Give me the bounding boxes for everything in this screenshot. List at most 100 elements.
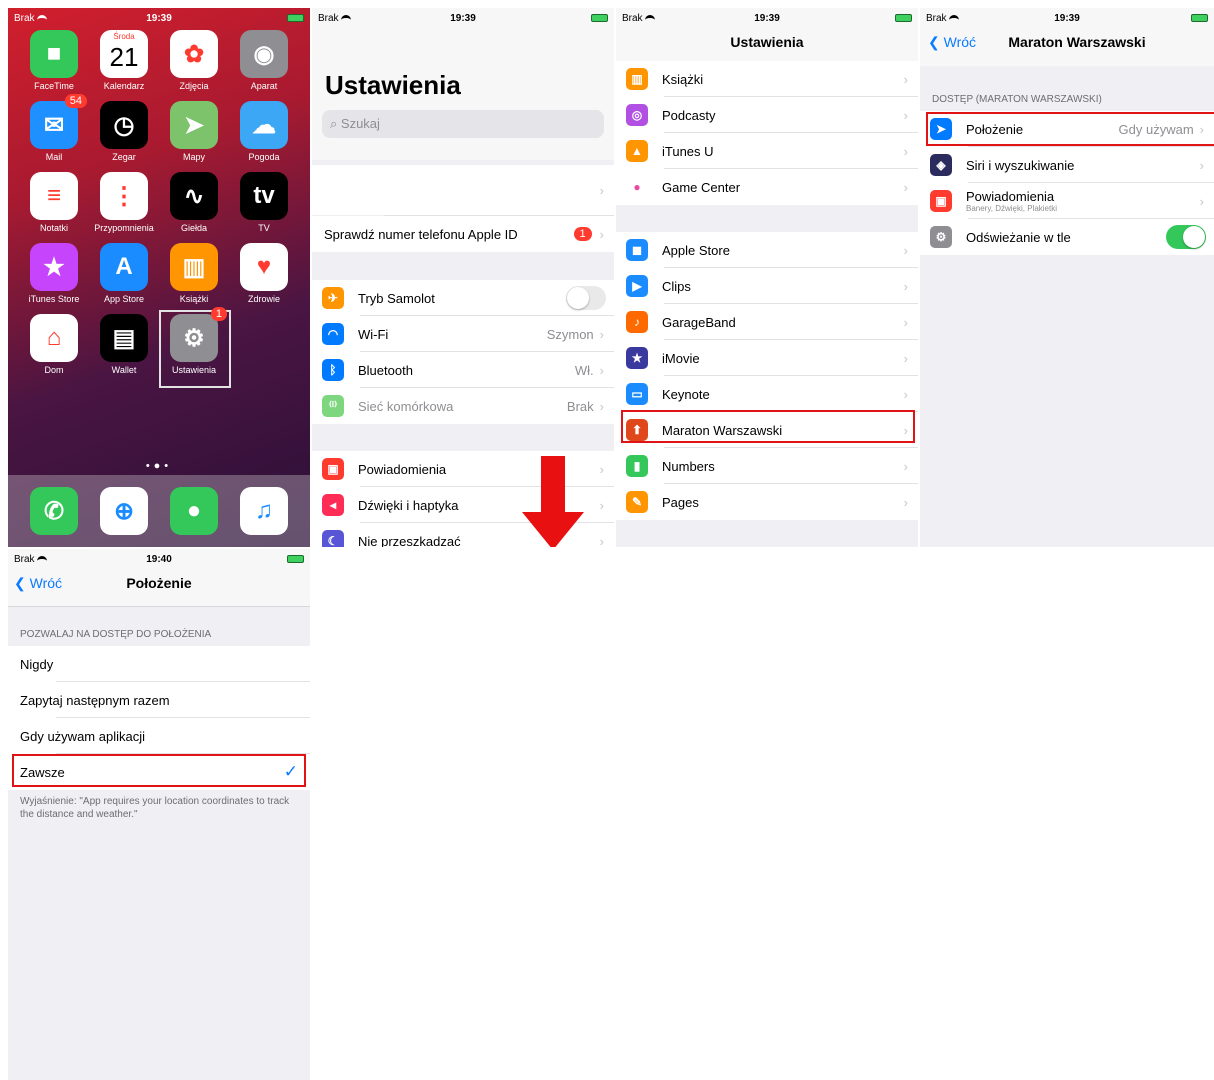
notifications-icon: ▣ bbox=[930, 190, 952, 212]
facetime-icon: ■ bbox=[30, 30, 78, 78]
notification-badge: 54 bbox=[64, 94, 87, 108]
app-tv[interactable]: tv TV bbox=[229, 172, 299, 242]
app-mapy[interactable]: ➤ Mapy bbox=[159, 101, 229, 171]
app-label: Książki bbox=[179, 294, 209, 304]
apple-id-profile-row[interactable]: › bbox=[312, 165, 614, 215]
bluetooth-icon: ᛒ bbox=[322, 359, 344, 381]
row-powiadomienia[interactable]: ▣ Powiadomienia Banery, Dźwięki, Plakietki… bbox=[920, 183, 1214, 219]
app-kalendarz[interactable]: Środa 21 Kalendarz bbox=[89, 30, 159, 100]
dock-messages[interactable]: ● bbox=[159, 487, 229, 547]
row-książki[interactable]: ▥ Książki › bbox=[616, 61, 918, 97]
option-3[interactable]: Gdy używam aplikacji bbox=[8, 718, 310, 754]
clips-icon: ▶ bbox=[626, 275, 648, 297]
toggle-knob bbox=[1183, 226, 1205, 248]
app-giełda[interactable]: ∿ Giełda bbox=[159, 172, 229, 242]
app-label: Notatki bbox=[39, 223, 68, 233]
airplane-icon: ✈ bbox=[322, 287, 344, 309]
app-przypomnienia[interactable]: ⋮ Przypomnienia bbox=[89, 172, 159, 242]
row-sieć-komórkowa[interactable]: ⁽ᴵ⁾ Sieć komórkowa Brak › bbox=[312, 388, 614, 424]
apple-id-check-row[interactable]: Sprawdź numer telefonu Apple ID 1 › bbox=[312, 216, 614, 252]
search-input[interactable]: ⌕ Szukaj bbox=[322, 110, 604, 138]
app-app-store[interactable]: A App Store bbox=[89, 243, 159, 313]
chevron-right-icon: › bbox=[903, 494, 908, 510]
row-label: Clips bbox=[662, 278, 691, 294]
search-placeholder: Szukaj bbox=[340, 116, 380, 131]
app-zegar[interactable]: ◷ Zegar bbox=[89, 101, 159, 171]
toggle-switch[interactable] bbox=[1166, 225, 1206, 249]
app-mail[interactable]: ✉ 54 Mail bbox=[19, 94, 89, 171]
option-label: Zapytaj następnym razem bbox=[20, 692, 170, 708]
row-label: Keynote bbox=[662, 386, 710, 402]
home-screen: Brak 19:39 ■ FaceTime Środa 21 Kalendarz ✿ Zdj… bbox=[8, 8, 310, 547]
chevron-right-icon: › bbox=[599, 533, 604, 548]
row-numbers[interactable]: ▮ Numbers › bbox=[616, 448, 918, 484]
app-aparat[interactable]: ◉ Aparat bbox=[229, 30, 299, 100]
row-garageband[interactable]: ♪ GarageBand › bbox=[616, 304, 918, 340]
option-1[interactable]: Nigdy bbox=[8, 646, 310, 682]
chevron-right-icon: › bbox=[599, 226, 604, 242]
sounds-icon: ◂ bbox=[322, 494, 344, 516]
row-pages[interactable]: ✎ Pages › bbox=[616, 484, 918, 520]
itunes-u-icon: ▲ bbox=[626, 140, 648, 162]
nav-title: Ustawienia bbox=[730, 34, 804, 50]
row-odświeżanie-w-tle[interactable]: ⚙ Odświeżanie w tle bbox=[920, 219, 1214, 255]
app-książki[interactable]: ▥ Książki bbox=[159, 243, 229, 313]
app-notatki[interactable]: ≡ Notatki bbox=[19, 172, 89, 242]
row-label: iTunes U bbox=[662, 143, 714, 159]
garageband-icon: ♪ bbox=[626, 311, 648, 333]
app-label: Przypomnienia bbox=[94, 223, 154, 233]
row-game-center[interactable]: ● Game Center › bbox=[616, 169, 918, 205]
app-dom[interactable]: ⌂ Dom bbox=[19, 314, 89, 384]
row-apple-store[interactable]: ◼ Apple Store › bbox=[616, 232, 918, 268]
back-button[interactable]: ❮ Wróć bbox=[14, 571, 62, 595]
app-zdjęcia[interactable]: ✿ Zdjęcia bbox=[159, 30, 229, 100]
row-bluetooth[interactable]: ᛒ Bluetooth Wł. › bbox=[312, 352, 614, 388]
app-wallet[interactable]: ▤ Wallet bbox=[89, 314, 159, 384]
page-title: Ustawienia bbox=[325, 70, 461, 100]
row-label: Wi-Fi bbox=[358, 326, 389, 342]
row-podcasty[interactable]: ◎ Podcasty › bbox=[616, 97, 918, 133]
row-clips[interactable]: ▶ Clips › bbox=[616, 268, 918, 304]
row-label: Apple Store bbox=[662, 242, 730, 258]
app-label: Dom bbox=[44, 365, 64, 375]
row-siri-i-wyszukiwanie[interactable]: ◈ Siri i wyszukiwanie › bbox=[920, 147, 1214, 183]
status-bar: Brak 19:40 bbox=[8, 549, 310, 571]
row-tryb-samolot[interactable]: ✈ Tryb Samolot bbox=[312, 280, 614, 316]
phone-icon: ✆ bbox=[30, 487, 78, 535]
chevron-right-icon: › bbox=[599, 398, 604, 414]
app-label: Zegar bbox=[112, 152, 136, 162]
row-wi-fi[interactable]: ◠ Wi-Fi Szymon › bbox=[312, 316, 614, 352]
app-label: Mapy bbox=[182, 152, 205, 162]
settings-header: Ustawienia ⌕ Szukaj bbox=[312, 30, 614, 160]
battery-icon bbox=[1191, 14, 1208, 22]
dock-phone[interactable]: ✆ bbox=[19, 487, 89, 547]
option-2[interactable]: Zapytaj następnym razem bbox=[8, 682, 310, 718]
chevron-right-icon: › bbox=[903, 71, 908, 87]
chevron-right-icon: › bbox=[1199, 193, 1204, 209]
settings-highlight-box bbox=[159, 310, 231, 388]
dock-safari[interactable]: ⊕ bbox=[89, 487, 159, 547]
divider bbox=[384, 215, 614, 216]
battery-icon bbox=[895, 14, 912, 22]
row-label: Pages bbox=[662, 494, 699, 510]
row-itunes-u[interactable]: ▲ iTunes U › bbox=[616, 133, 918, 169]
app-facetime[interactable]: ■ FaceTime bbox=[19, 30, 89, 100]
numbers-icon: ▮ bbox=[626, 455, 648, 477]
row-keynote[interactable]: ▭ Keynote › bbox=[616, 376, 918, 412]
maraton-settings-screen: Brak 19:39 ❮ Wróć Maraton Warszawski DOS… bbox=[920, 8, 1214, 547]
app-label: Aparat bbox=[250, 81, 278, 91]
app-zdrowie[interactable]: ♥ Zdrowie bbox=[229, 243, 299, 313]
app-itunes-store[interactable]: ★ iTunes Store bbox=[19, 243, 89, 313]
row-imovie[interactable]: ★ iMovie › bbox=[616, 340, 918, 376]
app-pogoda[interactable]: ☁ Pogoda bbox=[229, 101, 299, 171]
chevron-right-icon: › bbox=[599, 461, 604, 477]
status-bar: Brak 19:39 bbox=[616, 8, 918, 30]
chevron-right-icon: › bbox=[903, 458, 908, 474]
dock-music[interactable]: ♫ bbox=[229, 487, 299, 547]
home-app-icon: ⌂ bbox=[30, 314, 78, 362]
wifi-icon: ◠ bbox=[322, 323, 344, 345]
toggle-switch[interactable] bbox=[566, 286, 606, 310]
chevron-left-icon: ❮ bbox=[14, 575, 26, 591]
battery-icon bbox=[591, 14, 608, 22]
books-icon: ▥ bbox=[170, 243, 218, 291]
